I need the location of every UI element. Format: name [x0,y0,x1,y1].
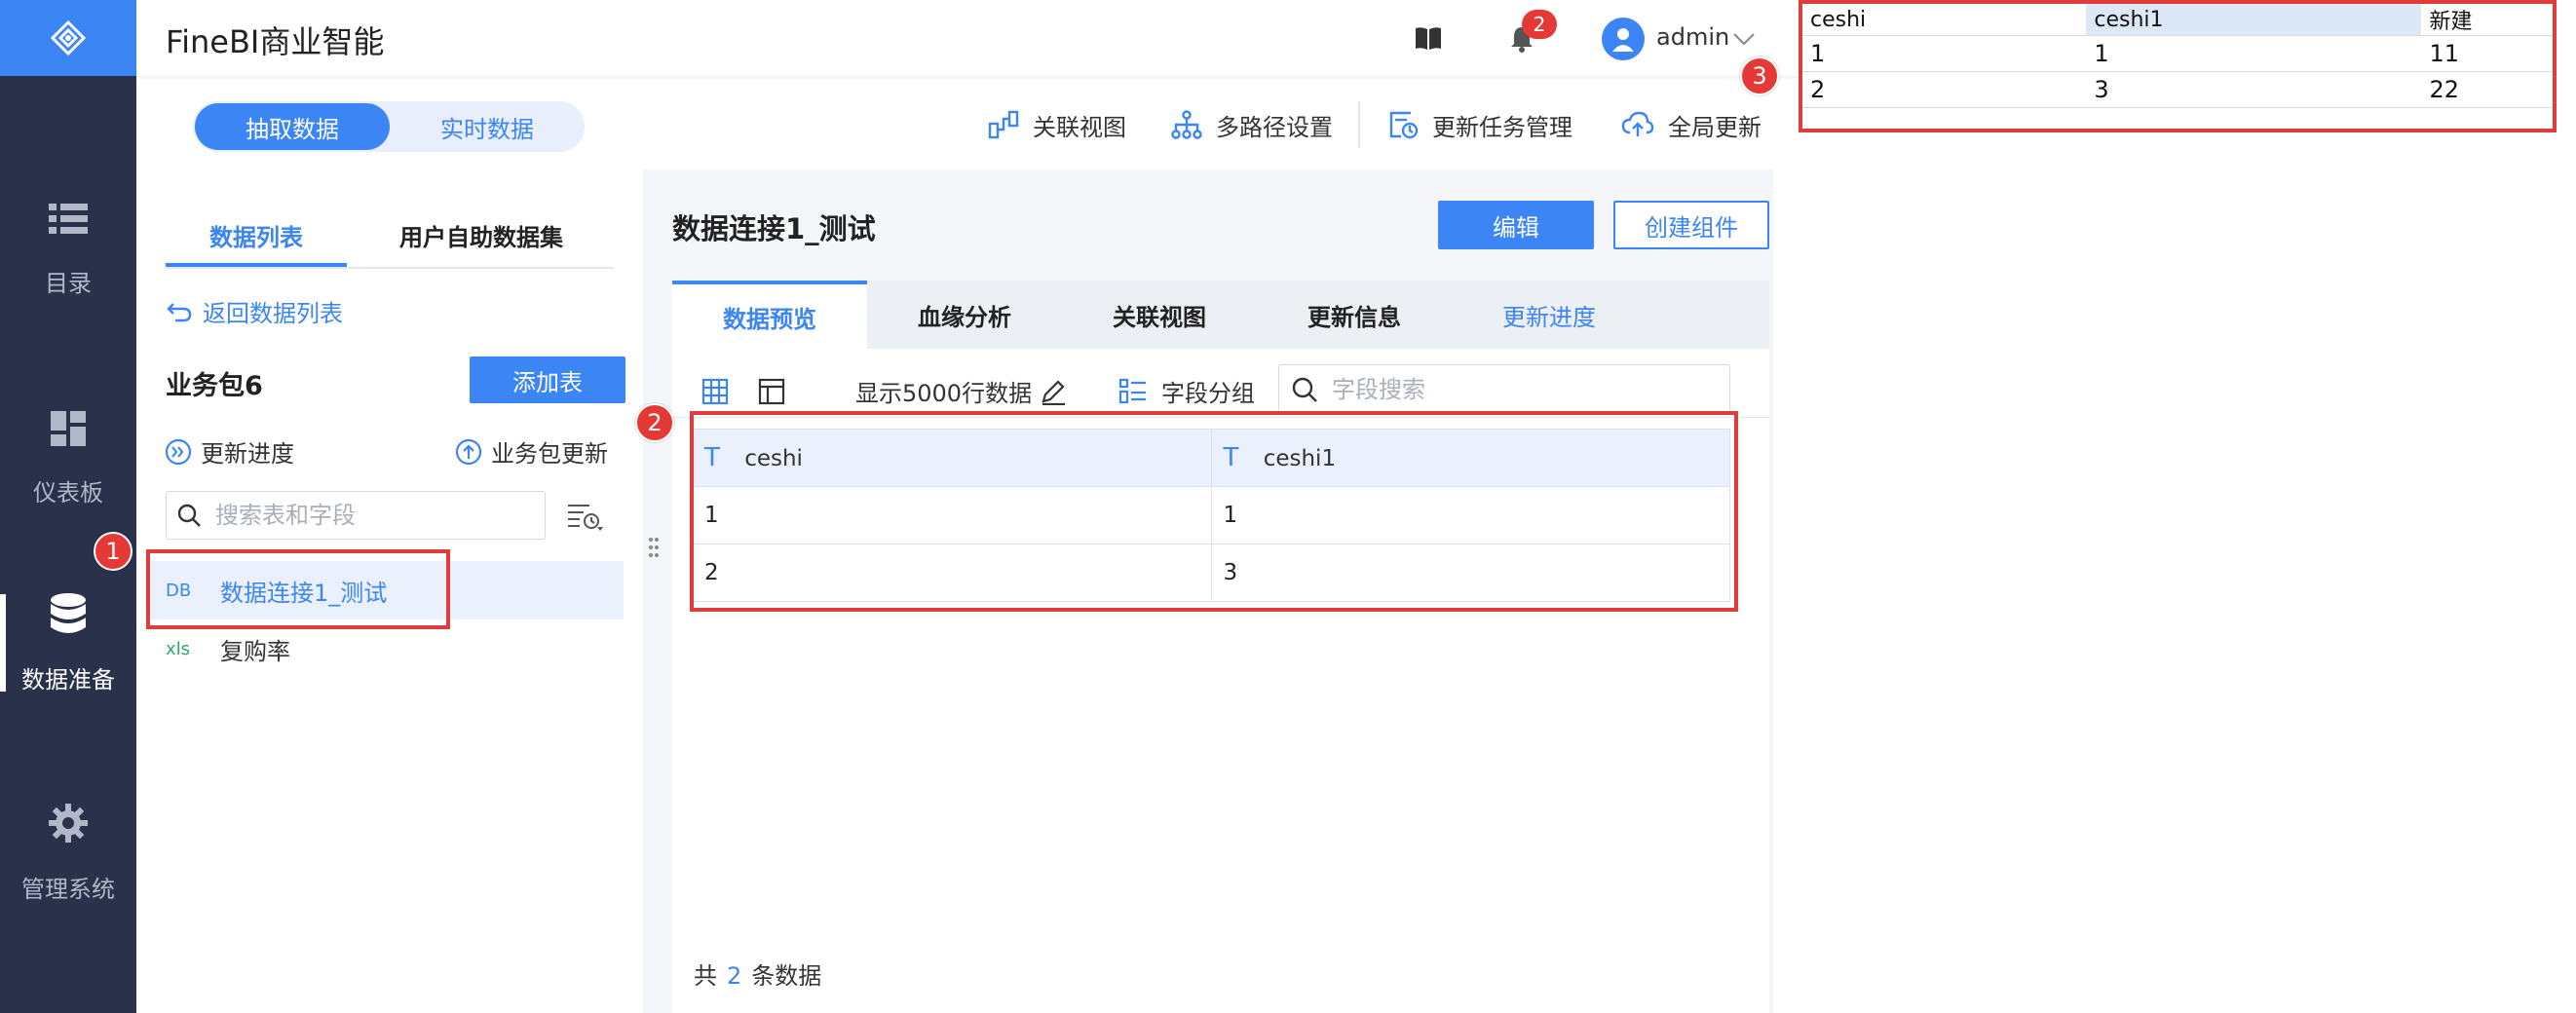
toolbar-divider [1358,101,1360,148]
nav-item-data-prep[interactable]: 数据准备 [0,560,136,726]
user-icon [1612,28,1634,52]
back-link-label: 返回数据列表 [203,300,343,327]
hierarchy-icon [1171,110,1202,139]
tab-relation-view[interactable]: 关联视图 [1062,281,1257,349]
edit-button[interactable]: 编辑 [1438,201,1594,249]
help-book-icon[interactable] [1411,21,1446,56]
highlight-box-2 [690,411,1738,612]
highlight-box-1 [146,549,450,629]
notification-count-badge: 2 [1522,10,1557,39]
table-name: 复购率 [220,637,290,665]
table-search-input[interactable] [213,501,529,530]
left-tab-divider [166,267,614,269]
search-icon [177,504,201,527]
dataset-title: 数据连接1_测试 [672,212,876,245]
panel-drag-handle-icon[interactable] [647,536,661,559]
field-search-input[interactable] [1330,375,1704,404]
multipath-settings-button[interactable]: 多路径设置 [1171,105,1333,144]
cloud-upload-icon [1621,111,1654,136]
database-icon [49,592,88,641]
tab-user-dataset[interactable]: 用户自助数据集 [386,201,577,269]
field-group-icon [1118,378,1146,403]
pencil-edit-icon [1042,379,1066,405]
update-task-manage-label: 更新任务管理 [1432,113,1572,141]
xls-type-icon: xls [166,638,191,659]
relation-view-button[interactable]: 关联视图 [988,105,1126,144]
create-widget-button[interactable]: 创建组件 [1613,201,1769,249]
nav-label-dashboard: 仪表板 [33,478,103,506]
progress-icon [165,438,192,465]
dashboard-icon [49,409,88,454]
annotation-marker-3: 3 [1740,56,1779,95]
nav-label-catalog: 目录 [45,269,92,297]
upload-circle-icon [455,438,482,465]
task-refresh-icon [1389,111,1419,139]
update-task-manage-button[interactable]: 更新任务管理 [1387,105,1572,144]
user-avatar[interactable] [1602,18,1645,60]
tab-lineage[interactable]: 血缘分析 [867,281,1062,349]
annotation-marker-1: 1 [94,532,133,571]
app-title: FineBI商业智能 [166,23,385,60]
back-to-data-list-link[interactable]: 返回数据列表 [166,294,343,328]
logo-icon [50,19,87,56]
tab-data-preview[interactable]: 数据预览 [672,281,867,349]
field-group-label: 字段分组 [1161,380,1255,407]
nav-item-admin[interactable]: 管理系统 [0,769,136,935]
multipath-settings-label: 多路径设置 [1216,113,1333,141]
tab-update-progress[interactable]: 更新进度 [1452,281,1647,349]
nav-item-catalog[interactable]: 目录 [0,166,136,331]
update-progress-label: 更新进度 [201,440,294,468]
finebi-logo[interactable] [0,0,136,76]
field-group-button[interactable]: 字段分组 [1118,374,1255,408]
list-icon [47,200,90,244]
layout-view-icon[interactable] [752,372,791,411]
relation-view-label: 关联视图 [1033,113,1126,141]
grid-view-icon[interactable] [696,372,735,411]
show-rows-setting[interactable]: 显示5000行数据 [855,374,1067,408]
active-tab-underline [166,263,347,267]
table-field-search[interactable] [166,491,546,540]
back-arrow-icon [167,302,192,321]
field-search-box[interactable] [1278,364,1730,415]
chevron-down-icon[interactable] [1730,27,1758,51]
show-rows-label: 显示5000行数据 [855,380,1033,407]
realtime-data-toggle[interactable]: 实时数据 [390,103,585,150]
package-update-link[interactable]: 业务包更新 [454,434,608,469]
nav-label-admin: 管理系统 [21,875,115,903]
search-icon [1292,377,1317,402]
tab-data-list[interactable]: 数据列表 [166,201,347,269]
package-update-label: 业务包更新 [491,440,608,468]
extract-data-toggle[interactable]: 抽取数据 [195,103,390,150]
global-update-button[interactable]: 全局更新 [1621,105,1762,144]
highlight-box-3 [1799,0,2557,132]
business-package-name: 业务包6 [166,371,263,401]
row-count-summary: 共 2 条数据 [694,957,821,991]
update-progress-link[interactable]: 更新进度 [164,434,294,469]
relation-view-icon [988,110,1019,139]
add-table-button[interactable]: 添加表 [470,356,625,403]
filter-sort-icon[interactable] [563,497,608,538]
row-count-number: 2 [727,962,742,990]
nav-label-data-prep: 数据准备 [21,665,115,694]
row-count-suffix: 条数据 [751,962,822,990]
row-count-prefix: 共 [694,962,717,990]
tab-update-info[interactable]: 更新信息 [1257,281,1452,349]
excel-snippet-area [1799,0,2576,1013]
global-update-label: 全局更新 [1668,113,1762,141]
gear-icon [47,802,90,850]
username-label[interactable]: admin [1656,23,1729,51]
annotation-marker-2: 2 [635,403,674,442]
nav-item-dashboard[interactable]: 仪表板 [0,375,136,541]
